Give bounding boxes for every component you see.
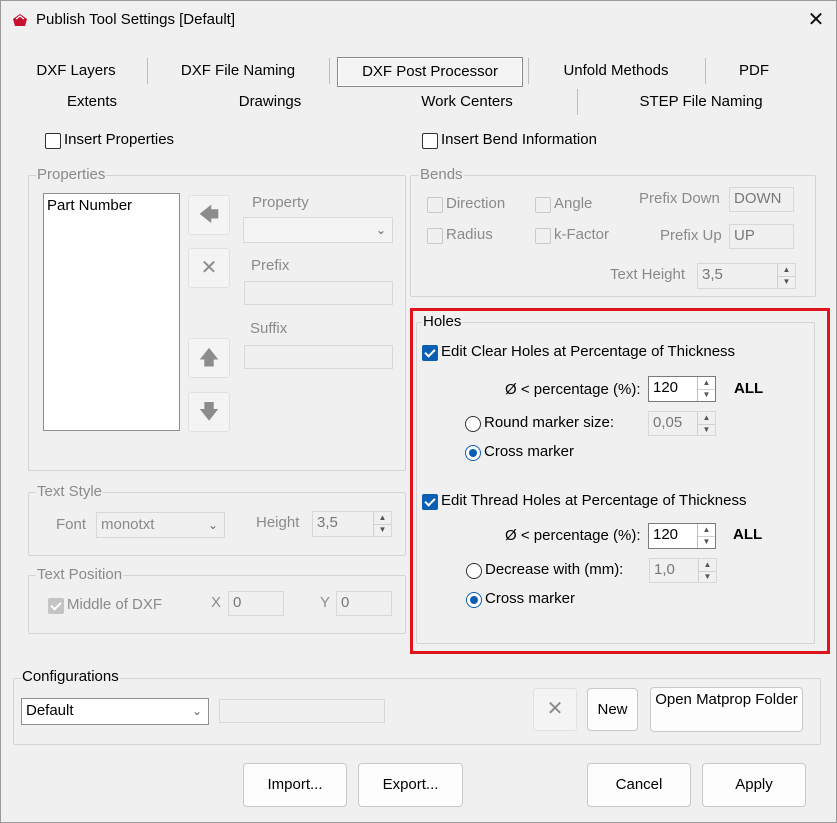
text-position-group-label: Text Position (36, 566, 124, 583)
text-style-group-label: Text Style (36, 483, 104, 500)
tab-extents[interactable]: Extents (30, 88, 154, 116)
delete-configuration-icon[interactable]: ✕ (533, 688, 577, 731)
tab-work-centers[interactable]: Work Centers (400, 88, 534, 116)
spin-down-icon[interactable]: ▼ (374, 524, 391, 536)
angle-checkbox[interactable] (535, 197, 551, 213)
insert-bend-info-label: Insert Bend Information (441, 131, 597, 148)
prefix-down-input[interactable]: DOWN (729, 187, 794, 212)
highlight-box (410, 308, 830, 654)
x-label: X (211, 594, 222, 611)
list-item[interactable]: Part Number (47, 197, 132, 214)
height-label: Height (256, 514, 300, 531)
height-input[interactable]: 3,5 ▲ ▼ (312, 511, 392, 537)
properties-group-label: Properties (36, 166, 107, 183)
window-title: Publish Tool Settings [Default] (36, 11, 236, 28)
tab-drawings[interactable]: Drawings (210, 88, 330, 116)
middle-of-dxf-checkbox[interactable] (48, 598, 64, 614)
tab-pdf[interactable]: PDF (712, 57, 796, 85)
insert-bend-info-checkbox[interactable] (422, 133, 438, 149)
text-height-input[interactable]: 3,5 ▲ ▼ (697, 263, 796, 289)
font-label: Font (56, 516, 87, 533)
cancel-button[interactable]: Cancel (587, 763, 691, 807)
height-spinner[interactable]: ▲ ▼ (373, 512, 391, 536)
suffix-input[interactable] (244, 345, 393, 369)
kfactor-label: k-Factor (554, 226, 610, 243)
open-matprop-folder-button[interactable]: Open Matprop Folder (650, 687, 803, 732)
tab-separator (147, 58, 148, 84)
text-height-label: Text Height (610, 266, 686, 283)
close-icon[interactable]: ✕ (801, 7, 831, 33)
prefix-up-label: Prefix Up (660, 227, 722, 244)
y-input[interactable]: 0 (336, 591, 392, 616)
prefix-input[interactable] (244, 281, 393, 305)
suffix-label: Suffix (250, 320, 288, 337)
middle-of-dxf-label: Middle of DXF (67, 596, 163, 613)
angle-label: Angle (554, 195, 593, 212)
tab-separator (329, 58, 330, 84)
configuration-value: Default (26, 702, 74, 719)
configuration-name-input[interactable] (219, 699, 385, 723)
spin-down-icon[interactable]: ▼ (778, 276, 795, 288)
prefix-down-label: Prefix Down (639, 190, 720, 207)
insert-properties-checkbox[interactable] (45, 133, 61, 149)
apply-button[interactable]: Apply (702, 763, 806, 807)
radius-label: Radius (446, 226, 493, 243)
tab-step-file-naming[interactable]: STEP File Naming (610, 88, 792, 116)
tab-separator (705, 58, 706, 84)
kfactor-checkbox[interactable] (535, 228, 551, 244)
chevron-down-icon: ⌄ (191, 704, 202, 718)
font-dropdown[interactable]: monotxt ⌄ (96, 512, 225, 538)
remove-icon[interactable]: ✕ (188, 248, 230, 288)
text-height-value: 3,5 (702, 266, 723, 283)
move-down-arrow-icon[interactable]: 🡇 (188, 392, 230, 432)
new-button[interactable]: New (587, 688, 638, 731)
direction-checkbox[interactable] (427, 197, 443, 213)
bends-group-label: Bends (419, 166, 464, 183)
chevron-down-icon: ⌄ (207, 518, 218, 532)
tab-dxf-layers[interactable]: DXF Layers (18, 57, 134, 85)
x-input[interactable]: 0 (228, 591, 284, 616)
font-value: monotxt (101, 516, 155, 533)
prefix-label: Prefix (251, 257, 290, 274)
property-dropdown[interactable]: ⌄ (243, 217, 393, 243)
tab-dxf-file-naming[interactable]: DXF File Naming (160, 57, 316, 85)
tab-separator (528, 58, 529, 84)
title-bar: Publish Tool Settings [Default] ✕ (1, 1, 836, 37)
tab-dxf-post-processor[interactable]: DXF Post Processor (338, 58, 522, 86)
property-label: Property (252, 194, 309, 211)
add-arrow-icon[interactable]: 🡄 (188, 195, 230, 235)
configuration-dropdown[interactable]: Default ⌄ (21, 698, 209, 725)
tab-separator (577, 89, 578, 115)
y-label: Y (320, 594, 331, 611)
prefix-up-input[interactable]: UP (729, 224, 794, 249)
app-logo-icon (13, 14, 27, 26)
import-button[interactable]: Import... (243, 763, 347, 807)
height-value: 3,5 (317, 514, 338, 531)
export-button[interactable]: Export... (358, 763, 463, 807)
move-up-arrow-icon[interactable]: 🡅 (188, 338, 230, 378)
direction-label: Direction (446, 195, 506, 212)
insert-properties-label: Insert Properties (64, 131, 175, 148)
text-height-spinner[interactable]: ▲ ▼ (777, 264, 795, 288)
configurations-group-label: Configurations (21, 668, 120, 685)
properties-list[interactable]: Part Number (43, 193, 180, 431)
chevron-down-icon: ⌄ (375, 223, 386, 237)
radius-checkbox[interactable] (427, 228, 443, 244)
tab-unfold-methods[interactable]: Unfold Methods (540, 57, 692, 85)
